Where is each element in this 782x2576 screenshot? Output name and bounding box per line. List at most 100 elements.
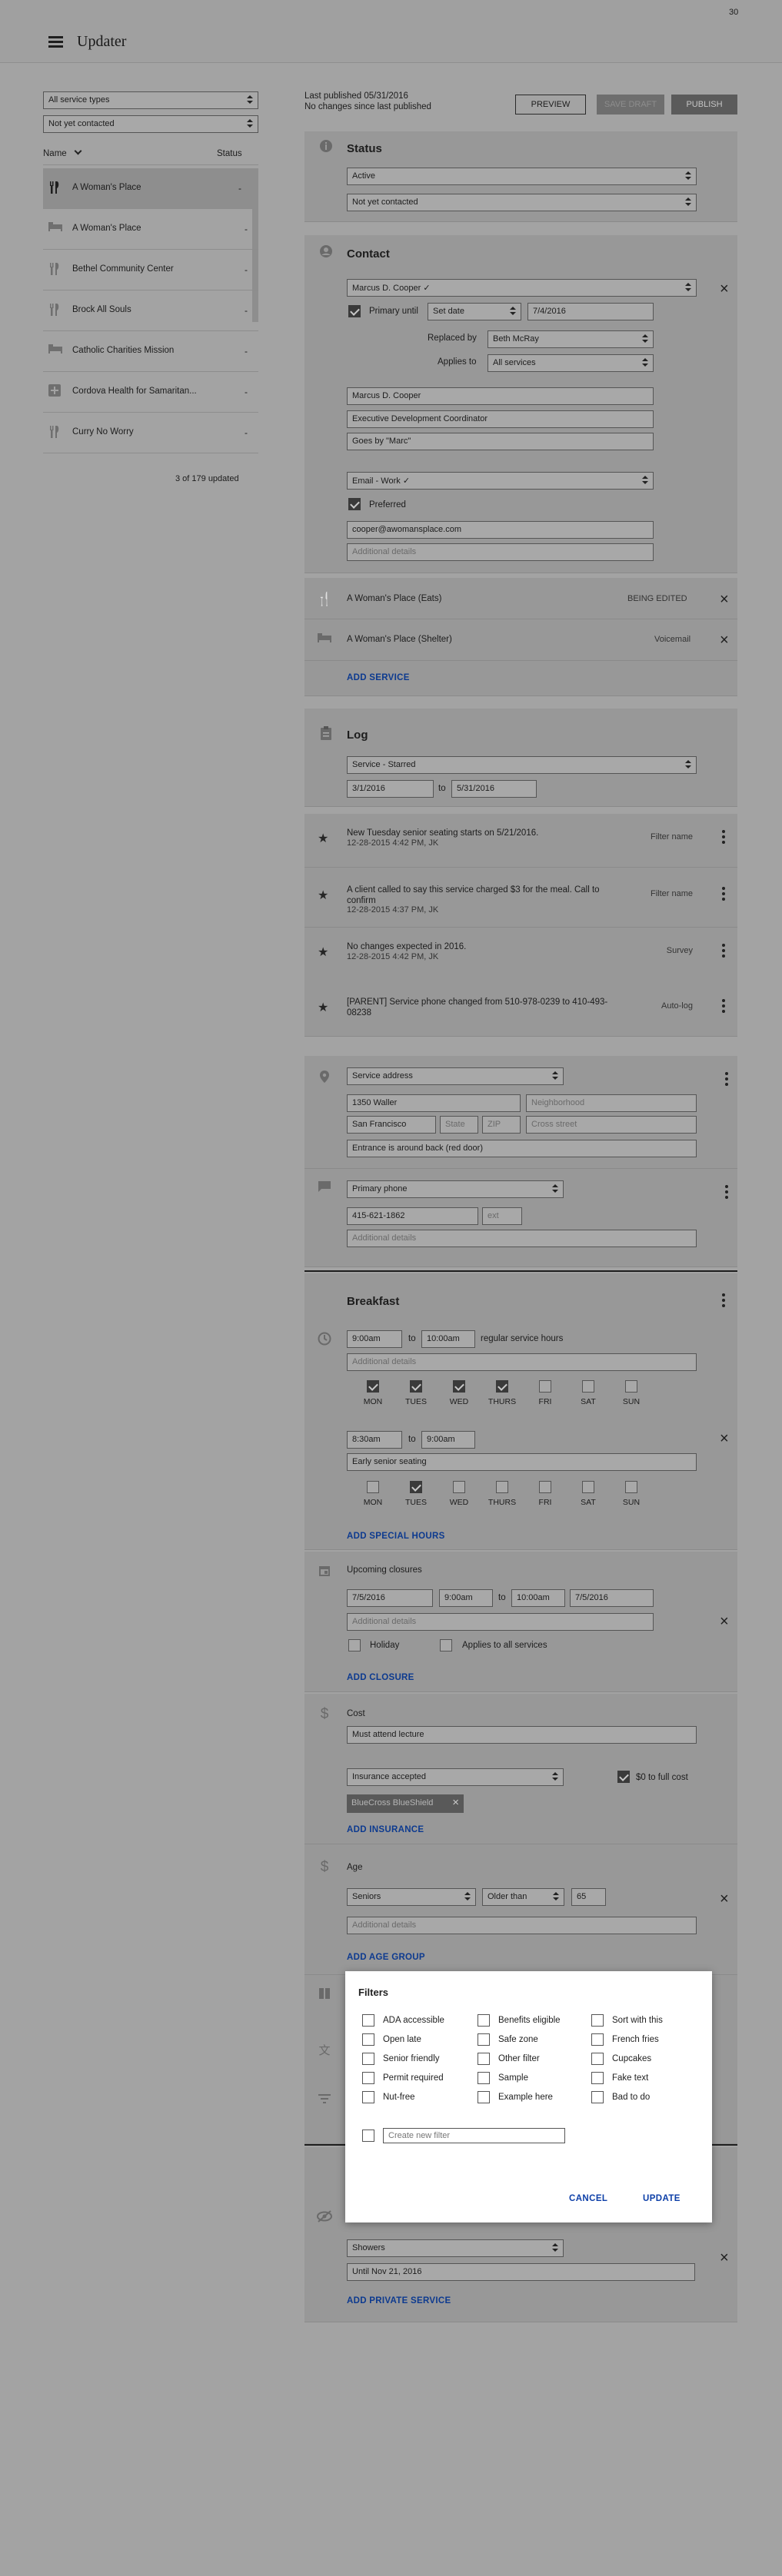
email-input[interactable]: cooper@awomansplace.com bbox=[347, 521, 654, 539]
city-input[interactable]: San Francisco bbox=[347, 1116, 436, 1134]
address-note-input[interactable]: Entrance is around back (red door) bbox=[347, 1140, 697, 1157]
sidebar-item[interactable]: Curry No Worry - bbox=[43, 413, 258, 453]
day-checkbox-thurs[interactable] bbox=[496, 1380, 508, 1393]
insurance-chip[interactable]: BlueCross BlueShield × bbox=[347, 1794, 464, 1813]
filter-checkbox[interactable] bbox=[591, 2072, 604, 2084]
log-entry[interactable]: ★ A client called to say this service cha… bbox=[304, 868, 737, 928]
log-filter-select[interactable]: Service - Starred bbox=[347, 756, 697, 774]
cancel-button[interactable]: CANCEL bbox=[569, 2194, 607, 2203]
end-time-input-2[interactable]: 9:00am bbox=[421, 1431, 475, 1449]
contact-additional-input[interactable]: Additional details bbox=[347, 543, 654, 561]
more-options-icon[interactable] bbox=[722, 1293, 725, 1310]
close-icon[interactable]: × bbox=[720, 1614, 729, 1629]
age-group-select[interactable]: Seniors bbox=[347, 1888, 476, 1906]
add-age-group-link[interactable]: ADD AGE GROUP bbox=[347, 1953, 425, 1962]
end-time-input[interactable]: 10:00am bbox=[421, 1330, 475, 1348]
street-input[interactable]: 1350 Waller bbox=[347, 1094, 521, 1112]
star-icon[interactable]: ★ bbox=[318, 831, 328, 846]
filter-checkbox[interactable] bbox=[591, 2033, 604, 2046]
filter-checkbox[interactable] bbox=[362, 2014, 374, 2027]
close-icon[interactable]: × bbox=[720, 281, 729, 297]
filter-checkbox[interactable] bbox=[362, 2053, 374, 2065]
menu-icon[interactable] bbox=[48, 36, 63, 48]
age-value-input[interactable]: 65 bbox=[571, 1888, 606, 1906]
day-checkbox-thurs[interactable] bbox=[496, 1481, 508, 1493]
primary-until-checkbox[interactable] bbox=[348, 305, 361, 317]
phone-number-input[interactable]: 415-621-1862 bbox=[347, 1207, 478, 1225]
day-checkbox-mon[interactable] bbox=[367, 1380, 379, 1393]
star-icon[interactable]: ★ bbox=[318, 944, 328, 960]
filter-checkbox[interactable] bbox=[591, 2053, 604, 2065]
holiday-checkbox[interactable] bbox=[348, 1639, 361, 1651]
state-input[interactable]: State bbox=[440, 1116, 478, 1134]
add-closure-link[interactable]: ADD CLOSURE bbox=[347, 1673, 414, 1682]
neighborhood-input[interactable]: Neighborhood bbox=[526, 1094, 697, 1112]
contact-status-filter[interactable]: Not yet contacted bbox=[43, 115, 258, 133]
log-entry[interactable]: ★ [PARENT] Service phone changed from 510… bbox=[304, 983, 737, 1037]
day-checkbox-mon[interactable] bbox=[367, 1481, 379, 1493]
publish-button[interactable]: PUBLISH bbox=[671, 95, 737, 115]
preferred-checkbox[interactable] bbox=[348, 498, 361, 510]
log-to-input[interactable]: 5/31/2016 bbox=[451, 780, 537, 798]
start-time-input[interactable]: 9:00am bbox=[347, 1330, 402, 1348]
filter-checkbox[interactable] bbox=[478, 2091, 490, 2103]
add-special-hours-link[interactable]: ADD SPECIAL HOURS bbox=[347, 1532, 445, 1541]
closure-start-time-input[interactable]: 9:00am bbox=[439, 1589, 493, 1607]
primary-date-input[interactable]: 7/4/2016 bbox=[527, 303, 654, 320]
create-filter-input[interactable]: Create new filter bbox=[383, 2128, 565, 2143]
more-options-icon[interactable] bbox=[725, 1072, 728, 1088]
name-column-header[interactable]: Name bbox=[43, 147, 82, 158]
job-title-input[interactable]: Executive Development Coordinator bbox=[347, 410, 654, 428]
update-button[interactable]: UPDATE bbox=[643, 2194, 681, 2203]
applies-to-select[interactable]: All services bbox=[488, 354, 654, 372]
age-additional-input[interactable]: Additional details bbox=[347, 1917, 697, 1934]
active-select[interactable]: Active bbox=[347, 168, 697, 185]
save-draft-button[interactable]: SAVE DRAFT bbox=[597, 95, 664, 115]
preview-button[interactable]: PREVIEW bbox=[515, 95, 586, 115]
more-options-icon[interactable] bbox=[722, 887, 725, 903]
start-time-input-2[interactable]: 8:30am bbox=[347, 1431, 402, 1449]
more-options-icon[interactable] bbox=[725, 1185, 728, 1201]
email-type-select[interactable]: Email - Work ✓ bbox=[347, 472, 654, 490]
filter-checkbox[interactable] bbox=[478, 2072, 490, 2084]
phone-type-select[interactable]: Primary phone bbox=[347, 1180, 564, 1198]
filter-checkbox[interactable] bbox=[591, 2014, 604, 2027]
log-from-input[interactable]: 3/1/2016 bbox=[347, 780, 434, 798]
private-until-input[interactable]: Until Nov 21, 2016 bbox=[347, 2263, 695, 2281]
log-entry[interactable]: ★ No changes expected in 2016. 12-28-2015 … bbox=[304, 928, 737, 988]
close-icon[interactable]: × bbox=[720, 592, 729, 607]
close-icon[interactable]: × bbox=[720, 1891, 729, 1907]
day-checkbox-sun[interactable] bbox=[625, 1481, 637, 1493]
service-type-filter[interactable]: All service types bbox=[43, 91, 258, 109]
phone-additional-input[interactable]: Additional details bbox=[347, 1230, 697, 1247]
goes-by-input[interactable]: Goes by "Marc" bbox=[347, 433, 654, 450]
sidebar-item[interactable]: Cordova Health for Samaritan... - bbox=[43, 372, 258, 413]
zero-full-checkbox[interactable] bbox=[617, 1771, 630, 1783]
add-service-link[interactable]: ADD SERVICE bbox=[347, 673, 410, 682]
add-private-service-link[interactable]: ADD PRIVATE SERVICE bbox=[347, 2296, 451, 2305]
add-insurance-link[interactable]: ADD INSURANCE bbox=[347, 1825, 424, 1834]
filter-checkbox[interactable] bbox=[362, 2091, 374, 2103]
applies-all-checkbox[interactable] bbox=[440, 1639, 452, 1651]
filter-checkbox[interactable] bbox=[362, 2033, 374, 2046]
cost-note-input[interactable]: Must attend lecture bbox=[347, 1726, 697, 1744]
filter-checkbox[interactable] bbox=[478, 2033, 490, 2046]
day-checkbox-tues[interactable] bbox=[410, 1481, 422, 1493]
sidebar-item[interactable]: Brock All Souls - bbox=[43, 290, 258, 331]
hours-additional-input[interactable]: Additional details bbox=[347, 1353, 697, 1371]
star-icon[interactable]: ★ bbox=[318, 888, 328, 903]
day-checkbox-fri[interactable] bbox=[539, 1380, 551, 1393]
star-icon[interactable]: ★ bbox=[318, 1000, 328, 1015]
sidebar-item[interactable]: A Woman's Place - bbox=[43, 209, 258, 250]
contact-status-select[interactable]: Not yet contacted bbox=[347, 194, 697, 211]
closure-end-time-input[interactable]: 10:00am bbox=[511, 1589, 565, 1607]
filter-checkbox[interactable] bbox=[478, 2014, 490, 2027]
set-date-select[interactable]: Set date bbox=[428, 303, 521, 320]
day-checkbox-sat[interactable] bbox=[582, 1380, 594, 1393]
age-relation-select[interactable]: Older than bbox=[482, 1888, 564, 1906]
day-checkbox-sun[interactable] bbox=[625, 1380, 637, 1393]
day-checkbox-wed[interactable] bbox=[453, 1481, 465, 1493]
status-column-header[interactable]: Status bbox=[217, 149, 242, 158]
create-filter-checkbox[interactable] bbox=[362, 2130, 374, 2142]
filter-checkbox[interactable] bbox=[362, 2072, 374, 2084]
